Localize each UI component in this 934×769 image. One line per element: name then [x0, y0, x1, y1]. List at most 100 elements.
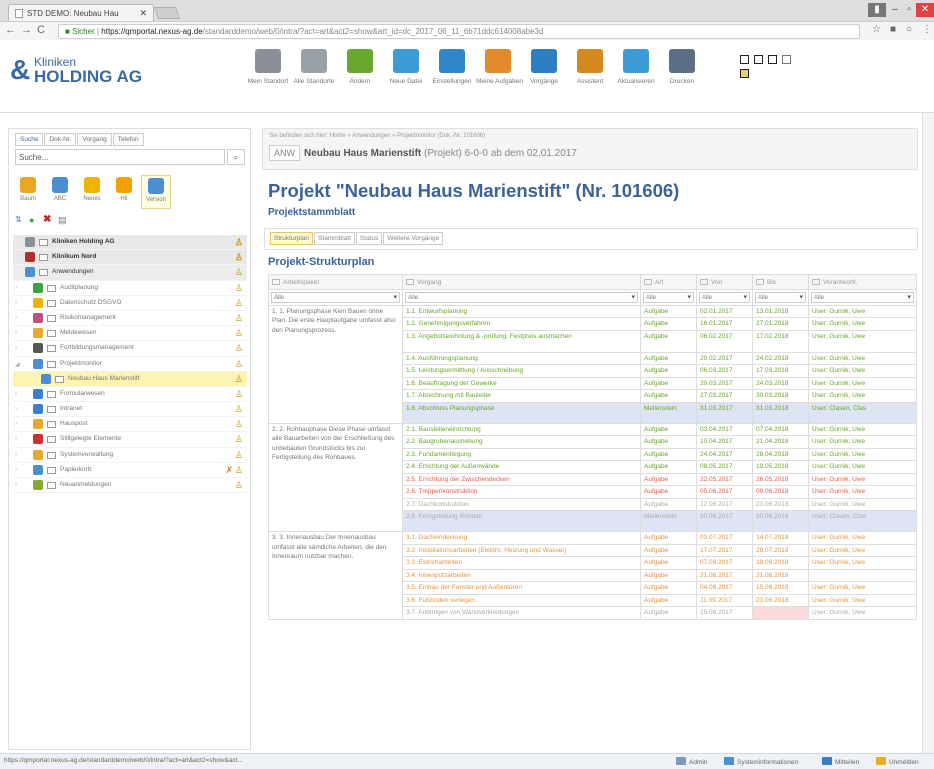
tree-item[interactable]: › Meldewesen ♙ [13, 326, 247, 342]
layout-option-4-icon[interactable] [782, 55, 791, 64]
layout-option-1-icon[interactable] [740, 55, 749, 64]
maximize-icon[interactable]: ▫ [902, 3, 916, 17]
tree-item[interactable]: Kliniken Holding AG ♙ [13, 235, 247, 251]
toolbar-button-pencil[interactable]: Ändern [338, 49, 382, 85]
tree-item[interactable]: › Papierkorb ♙ ✗ [13, 463, 247, 478]
unpin-icon[interactable]: ✗ [225, 465, 233, 476]
refresh-tree-icon[interactable]: ● [29, 215, 34, 225]
back-icon[interactable]: ← [5, 24, 16, 36]
filter-select[interactable]: Alle [405, 291, 638, 303]
collapsed-arrow-icon[interactable]: › [15, 345, 17, 351]
search-tab[interactable]: Suche [15, 133, 44, 146]
close-tab-icon[interactable]: ✕ [139, 8, 147, 19]
search-tab[interactable]: Vorgang [77, 133, 112, 146]
task-cell[interactable]: 2.5. Errichtung der Zwischendecken [402, 472, 641, 486]
search-icon[interactable]: ⌕ [227, 149, 245, 165]
user-icon[interactable]: ▮ [868, 3, 886, 17]
filter-select[interactable]: Alle [271, 291, 400, 303]
filter-toggle-icon[interactable] [700, 279, 708, 285]
bookmark-star-icon[interactable]: ☆ [872, 24, 881, 35]
task-cell[interactable]: 3.3. Estricharbeiten [402, 556, 641, 570]
column-header[interactable]: Vorgang [402, 274, 641, 290]
layout-option-2-icon[interactable] [754, 55, 763, 64]
tree-item[interactable]: › Stillgelegte Elemente ♙ [13, 432, 247, 448]
task-cell[interactable]: 1.2. Genehmigungsverfahren [402, 317, 641, 331]
tab-stammblatt[interactable]: Stammblatt [314, 232, 355, 245]
toolbar-button-refresh[interactable]: Aktualisieren [614, 49, 658, 85]
task-cell[interactable]: 1.4. Ausführungsplanung [402, 351, 641, 365]
column-header[interactable]: Art [640, 274, 697, 290]
delete-icon[interactable]: ✖ [43, 214, 51, 225]
tree-item[interactable]: Anwendungen ♙ [13, 265, 247, 281]
table-row[interactable]: 3. 3. Innenausbau Der Innenausbau umfass… [268, 531, 917, 620]
minimize-icon[interactable]: – [888, 3, 902, 17]
task-cell[interactable]: 3.1. Dacheindeckung [402, 531, 641, 545]
status-unmelden[interactable]: Unmelden [876, 757, 919, 766]
view-button-neues[interactable]: Neues [77, 175, 107, 209]
document-icon[interactable]: ▤ [58, 215, 67, 226]
page-scrollbar[interactable] [922, 113, 934, 753]
task-cell[interactable]: 1.1. Entwurfsplanung [402, 304, 641, 318]
tree-item[interactable]: › Hauspost ♙ [13, 417, 247, 433]
extension2-icon[interactable]: ○ [906, 24, 912, 35]
search-tab[interactable]: Dok-Nr. [44, 133, 77, 146]
tree-item[interactable]: › Risikomanagement ♙ [13, 311, 247, 327]
toolbar-button-processes[interactable]: Vorgänge [522, 49, 566, 85]
task-cell[interactable]: 3.7. Anbringen von Wandverkleidungen [402, 606, 641, 620]
task-cell[interactable]: 3.2. Installationsarbeiten (Elektro, Hei… [402, 543, 641, 557]
task-cell[interactable]: 2.2. Baugrubenaushebung [402, 435, 641, 449]
collapsed-arrow-icon[interactable]: › [15, 452, 17, 458]
collapsed-arrow-icon[interactable]: › [15, 285, 17, 291]
tree-item[interactable]: Klinikum Nord ♙ [13, 250, 247, 266]
search-input[interactable]: Suche... [15, 149, 225, 165]
view-button-hit[interactable]: Hit [109, 175, 139, 209]
task-cell[interactable]: 1.3. Angebotseinholung & -prüfung: Festp… [402, 329, 641, 353]
toolbar-button-buildings[interactable]: Alle Standorte [292, 49, 336, 85]
collapsed-arrow-icon[interactable]: › [15, 300, 17, 306]
layout-option-3-icon[interactable] [768, 55, 777, 64]
tree-item[interactable]: › Intranet ♙ [13, 402, 247, 418]
tree-item[interactable]: › Auditplanung ♙ [13, 281, 247, 296]
filter-select[interactable]: Alle [699, 291, 750, 303]
toolbar-button-new-document[interactable]: Neue Datei [384, 49, 428, 85]
task-cell[interactable]: 2.1. Baustelleneinrichtung [402, 422, 641, 436]
collapsed-arrow-icon[interactable]: › [15, 406, 17, 412]
task-cell[interactable]: 1.7. Abrechnung mit Bauleiter [402, 389, 641, 403]
table-row[interactable]: 1. 1. Planungsphase Kein Bauen ohne Plan… [268, 304, 917, 424]
column-header[interactable]: Verantwortl. [808, 274, 917, 290]
tab-weitere-vorgänge[interactable]: Weitere Vorgänge [383, 232, 444, 245]
filter-select[interactable]: Alle [643, 291, 694, 303]
filter-select[interactable]: Alle [755, 291, 806, 303]
collapsed-arrow-icon[interactable]: › [15, 467, 17, 473]
toolbar-button-binders[interactable]: Einstellungen [430, 49, 474, 85]
tree-item[interactable]: › Datenschutz DSGVO ♙ [13, 296, 247, 311]
task-cell[interactable]: 1.5. Leistungsermittlung / Ausschreibung [402, 364, 641, 378]
reload-icon[interactable]: C [37, 24, 45, 36]
filter-toggle-icon[interactable] [406, 279, 414, 285]
task-cell[interactable]: 2.3. Fundamentlegung [402, 447, 641, 461]
column-header[interactable]: Arbeitspaket [268, 274, 403, 290]
filter-toggle-icon[interactable] [272, 279, 280, 285]
tab-status[interactable]: Status [355, 232, 383, 245]
collapsed-arrow-icon[interactable]: › [15, 482, 17, 488]
task-cell[interactable]: 2.7. Dachkonstruktion [402, 497, 641, 511]
toolbar-button-printer[interactable]: Drucken [660, 49, 704, 85]
expanded-arrow-icon[interactable]: ◢ [15, 361, 20, 368]
layout-option-5-icon[interactable] [740, 69, 749, 78]
close-window-icon[interactable]: ✕ [916, 3, 934, 17]
task-cell[interactable]: 2.8. Fertigstellung Rohbau [402, 510, 641, 532]
toolbar-button-tasks[interactable]: Meine Aufgaben [476, 49, 523, 85]
collapsed-arrow-icon[interactable]: › [15, 315, 17, 321]
task-cell[interactable]: 3.6. Fußboden verlegen [402, 593, 641, 607]
task-cell[interactable]: 1.6. Beauftragung der Gewerke [402, 376, 641, 390]
filter-toggle-icon[interactable] [644, 279, 652, 285]
filter-toggle-icon[interactable] [756, 279, 764, 285]
column-header[interactable]: Bis [752, 274, 809, 290]
tree-item[interactable]: Neubau Haus Marienstift ♙ [13, 371, 247, 387]
table-row[interactable]: 2. 2. Rohbauphase Diese Phase umfasst al… [268, 422, 917, 532]
menu-icon[interactable]: ⋮ [922, 24, 932, 35]
column-header[interactable]: Von [696, 274, 753, 290]
task-cell[interactable]: 1.8. Abschluss Planungsphase [402, 401, 641, 424]
sort-icon[interactable]: ⇅ [15, 215, 22, 224]
tree-item[interactable]: › Formularwesen ♙ [13, 387, 247, 403]
